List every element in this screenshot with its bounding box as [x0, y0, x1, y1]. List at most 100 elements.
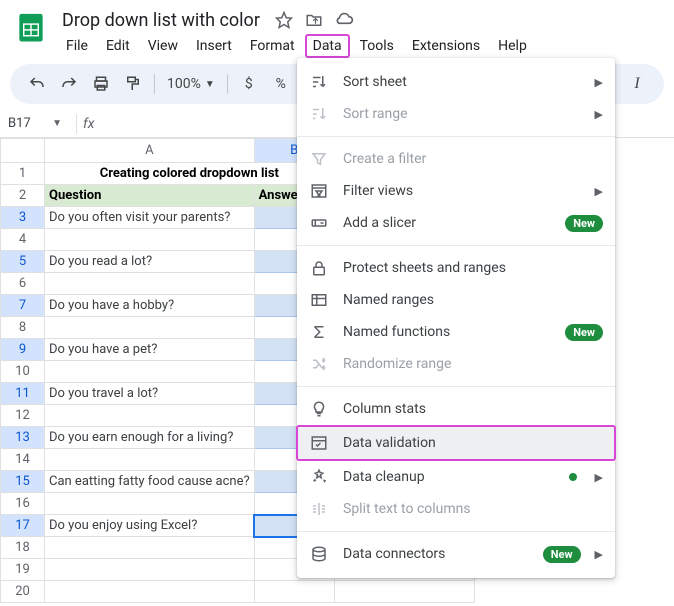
col-header-A[interactable]: A [45, 139, 255, 163]
menu-item-sort-range: Sort range▶ [297, 98, 615, 130]
cell-b-20[interactable] [254, 581, 334, 603]
menu-item-column-stats[interactable]: Column stats [297, 393, 615, 425]
redo-button[interactable] [54, 70, 84, 98]
chevron-down-icon: ▼ [52, 118, 62, 129]
row-header-8[interactable]: 8 [1, 317, 45, 339]
cell-a-11[interactable]: Do you travel a lot? [45, 383, 255, 405]
cell-a-12[interactable] [45, 405, 255, 427]
zoom-dropdown[interactable]: 100%▼ [161, 76, 221, 92]
cell-a-15[interactable]: Can eatting fatty food cause acne? [45, 471, 255, 493]
row-header-2[interactable]: 2 [1, 185, 45, 207]
menu-item-data-cleanup[interactable]: Data cleanup ▶ [297, 461, 615, 493]
slicer-icon [309, 213, 329, 233]
cell-a-3[interactable]: Do you often visit your parents? [45, 207, 255, 229]
cell-a-9[interactable]: Do you have a pet? [45, 339, 255, 361]
menu-data[interactable]: Data [305, 34, 350, 58]
new-badge: New [543, 546, 581, 563]
menu-item-data-validation[interactable]: Data validation [296, 425, 616, 461]
row-header-11[interactable]: 11 [1, 383, 45, 405]
menu-item-sort-sheet[interactable]: Sort sheet▶ [297, 66, 615, 98]
cell-header-a[interactable]: Question [45, 185, 255, 207]
menu-item-data-connectors[interactable]: Data connectorsNew▶ [297, 538, 615, 570]
row-header-12[interactable]: 12 [1, 405, 45, 427]
row-header-18[interactable]: 18 [1, 537, 45, 559]
menu-item-randomize-range: Randomize range [297, 348, 615, 380]
menu-extensions[interactable]: Extensions [404, 34, 488, 58]
connectors-icon [309, 544, 329, 564]
row-header-9[interactable]: 9 [1, 339, 45, 361]
menu-item-create-a-filter: Create a filter [297, 143, 615, 175]
menu-item-label: Add a slicer [343, 215, 551, 231]
menu-file[interactable]: File [58, 34, 96, 58]
undo-button[interactable] [22, 70, 52, 98]
cell-title[interactable]: Creating colored dropdown list [45, 163, 335, 185]
currency-button[interactable]: $ [234, 70, 264, 98]
cell-a-4[interactable] [45, 229, 255, 251]
cell-a-17[interactable]: Do you enjoy using Excel? [45, 515, 255, 537]
menu-item-label: Sort range [343, 106, 581, 122]
menu-view[interactable]: View [140, 34, 186, 58]
paint-format-button[interactable] [118, 70, 148, 98]
row-header-5[interactable]: 5 [1, 251, 45, 273]
menu-item-named-functions[interactable]: Named functionsNew [297, 316, 615, 348]
row-header-19[interactable]: 19 [1, 559, 45, 581]
move-icon[interactable] [304, 10, 324, 30]
menu-separator [297, 531, 615, 532]
name-box[interactable]: B17 ▼ [0, 116, 70, 131]
cell-a-8[interactable] [45, 317, 255, 339]
menu-item-label: Data validation [343, 435, 603, 451]
sheets-logo[interactable] [12, 8, 50, 46]
menu-item-named-ranges[interactable]: Named ranges [297, 284, 615, 316]
shuffle-icon [309, 354, 329, 374]
menu-help[interactable]: Help [490, 34, 535, 58]
cell-a-5[interactable]: Do you read a lot? [45, 251, 255, 273]
new-badge: New [565, 215, 603, 232]
cell-a-6[interactable] [45, 273, 255, 295]
submenu-arrow-icon: ▶ [595, 185, 603, 198]
doc-title[interactable]: Drop down list with color [58, 8, 264, 33]
row-header-13[interactable]: 13 [1, 427, 45, 449]
menu-tools[interactable]: Tools [352, 34, 402, 58]
percent-button[interactable]: % [266, 70, 296, 98]
row-header-20[interactable]: 20 [1, 581, 45, 603]
menu-item-filter-views[interactable]: Filter views▶ [297, 175, 615, 207]
menu-format[interactable]: Format [242, 34, 303, 58]
menu-edit[interactable]: Edit [98, 34, 138, 58]
sort-range-icon [309, 104, 329, 124]
row-header-15[interactable]: 15 [1, 471, 45, 493]
cell-a-19[interactable] [45, 559, 255, 581]
cell-a-16[interactable] [45, 493, 255, 515]
menu-item-label: Column stats [343, 401, 603, 417]
print-button[interactable] [86, 70, 116, 98]
row-header-4[interactable]: 4 [1, 229, 45, 251]
row-header-1[interactable]: 1 [1, 163, 45, 185]
menu-item-label: Data connectors [343, 546, 529, 562]
menu-separator [297, 386, 615, 387]
row-header-17[interactable]: 17 [1, 515, 45, 537]
star-icon[interactable] [274, 10, 294, 30]
row-header-14[interactable]: 14 [1, 449, 45, 471]
row-header-16[interactable]: 16 [1, 493, 45, 515]
menu-insert[interactable]: Insert [188, 34, 240, 58]
row-header-3[interactable]: 3 [1, 207, 45, 229]
cloud-icon[interactable] [334, 10, 354, 30]
cleanup-icon [309, 467, 329, 487]
cell-a-14[interactable] [45, 449, 255, 471]
row-header-7[interactable]: 7 [1, 295, 45, 317]
cell-a-13[interactable]: Do you earn enough for a living? [45, 427, 255, 449]
italic-button[interactable]: I [622, 70, 652, 98]
menu-item-add-a-slicer[interactable]: Add a slicer New [297, 207, 615, 239]
row-header-6[interactable]: 6 [1, 273, 45, 295]
menu-item-label: Data cleanup [343, 469, 555, 485]
row-header-10[interactable]: 10 [1, 361, 45, 383]
data-menu-dropdown: Sort sheet▶Sort range▶Create a filterFil… [297, 58, 615, 578]
cell-a-18[interactable] [45, 537, 255, 559]
submenu-arrow-icon: ▶ [595, 471, 603, 484]
validation-icon [309, 433, 329, 453]
menubar: FileEditViewInsertFormatDataToolsExtensi… [58, 34, 662, 58]
menu-item-protect-sheets-and-ranges[interactable]: Protect sheets and ranges [297, 252, 615, 284]
bulb-icon [309, 399, 329, 419]
cell-a-10[interactable] [45, 361, 255, 383]
cell-a-20[interactable] [45, 581, 255, 603]
cell-a-7[interactable]: Do you have a hobby? [45, 295, 255, 317]
